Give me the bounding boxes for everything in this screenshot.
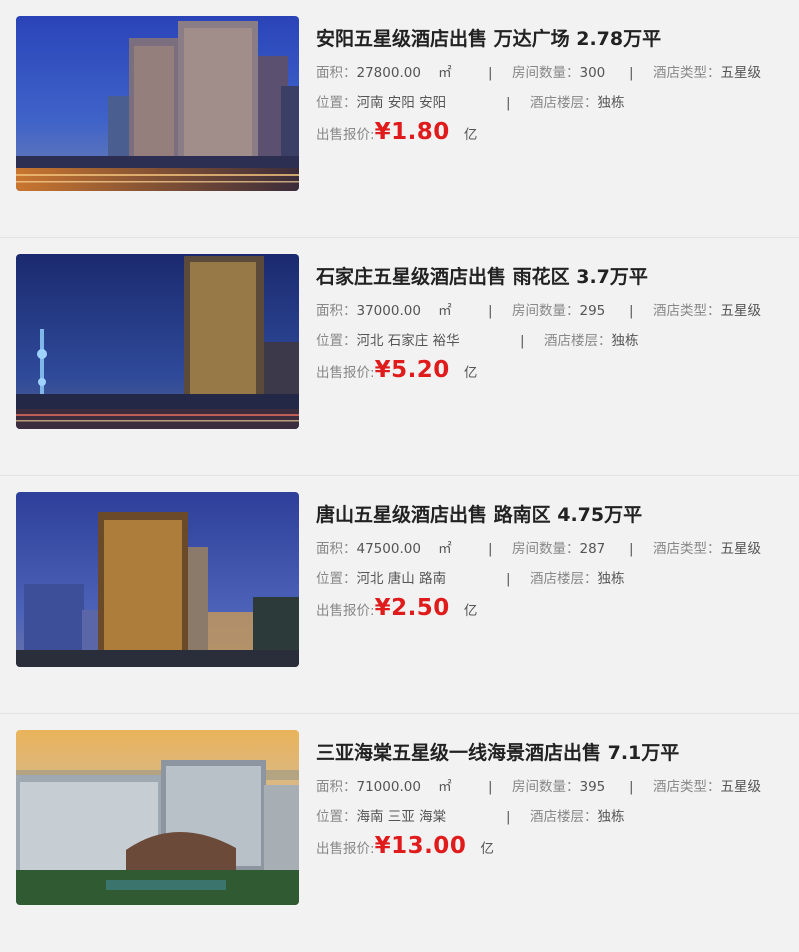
hotel-photo[interactable] bbox=[16, 254, 299, 429]
spec-row-1: 面积：71000.00 ㎡ | 房间数量：395 | 酒店类型：五星级 bbox=[316, 777, 791, 797]
hotel-photo[interactable] bbox=[16, 730, 299, 905]
list-item: 唐山五星级酒店出售 路南区 4.75万平 面积：47500.00 ㎡ | 房间数量：… bbox=[0, 476, 799, 714]
price-unit: 亿 bbox=[463, 127, 478, 143]
rooms-label: 房间数量： bbox=[512, 779, 580, 795]
spec-row-2: 位置：河北 石家庄 裕华 | 酒店楼层：独栋 bbox=[316, 331, 791, 351]
listing-info: 唐山五星级酒店出售 路南区 4.75万平 面积：47500.00 ㎡ | 房间数量：… bbox=[316, 502, 791, 629]
separator: | bbox=[629, 779, 634, 795]
spec-row-2: 位置：海南 三亚 海棠 | 酒店楼层：独栋 bbox=[316, 807, 791, 827]
type-value: 五星级 bbox=[720, 779, 762, 795]
area-value: 47500.00 bbox=[356, 541, 421, 557]
location-label: 位置： bbox=[316, 95, 357, 111]
location-value: 河南 安阳 安阳 bbox=[356, 95, 447, 111]
area-label: 面积： bbox=[316, 65, 357, 81]
price-label: 出售报价: bbox=[316, 365, 375, 381]
type-label: 酒店类型： bbox=[653, 303, 721, 319]
area-value: 27800.00 bbox=[356, 65, 421, 81]
type-label: 酒店类型： bbox=[653, 541, 721, 557]
separator: | bbox=[506, 571, 511, 587]
floors-value: 独栋 bbox=[611, 333, 639, 349]
price-value: ¥5.20 bbox=[374, 357, 450, 383]
location-label: 位置： bbox=[316, 333, 357, 349]
listing-info: 石家庄五星级酒店出售 雨花区 3.7万平 面积：37000.00 ㎡ | 房间数量：… bbox=[316, 264, 791, 391]
price-label: 出售报价: bbox=[316, 841, 375, 857]
location-value: 海南 三亚 海棠 bbox=[356, 809, 447, 825]
price-row: 出售报价:¥5.20 亿 bbox=[316, 357, 791, 391]
rooms-label: 房间数量： bbox=[512, 541, 580, 557]
hotel-photo[interactable] bbox=[16, 16, 299, 191]
rooms-value: 295 bbox=[579, 303, 606, 319]
listing-info: 安阳五星级酒店出售 万达广场 2.78万平 面积：27800.00 ㎡ | 房间数量… bbox=[316, 26, 791, 153]
rooms-value: 395 bbox=[579, 779, 606, 795]
separator: | bbox=[506, 809, 511, 825]
separator: | bbox=[506, 95, 511, 111]
price-value: ¥2.50 bbox=[374, 595, 450, 621]
type-value: 五星级 bbox=[720, 65, 762, 81]
listing-title[interactable]: 石家庄五星级酒店出售 雨花区 3.7万平 bbox=[316, 264, 791, 290]
price-label: 出售报价: bbox=[316, 603, 375, 619]
rooms-value: 300 bbox=[579, 65, 606, 81]
listing-title[interactable]: 三亚海棠五星级一线海景酒店出售 7.1万平 bbox=[316, 740, 791, 766]
floors-value: 独栋 bbox=[597, 809, 625, 825]
price-row: 出售报价:¥2.50 亿 bbox=[316, 595, 791, 629]
area-label: 面积： bbox=[316, 779, 357, 795]
separator: | bbox=[629, 303, 634, 319]
price-label: 出售报价: bbox=[316, 127, 375, 143]
type-value: 五星级 bbox=[720, 303, 762, 319]
price-unit: 亿 bbox=[480, 841, 494, 857]
area-value: 71000.00 bbox=[356, 779, 421, 795]
list-item: 石家庄五星级酒店出售 雨花区 3.7万平 面积：37000.00 ㎡ | 房间数量：… bbox=[0, 238, 799, 476]
area-label: 面积： bbox=[316, 303, 357, 319]
floors-label: 酒店楼层： bbox=[544, 333, 612, 349]
type-label: 酒店类型： bbox=[653, 65, 721, 81]
spec-row-2: 位置：河北 唐山 路南 | 酒店楼层：独栋 bbox=[316, 569, 791, 589]
listing-title[interactable]: 安阳五星级酒店出售 万达广场 2.78万平 bbox=[316, 26, 791, 52]
separator: | bbox=[520, 333, 525, 349]
floors-label: 酒店楼层： bbox=[530, 809, 598, 825]
spec-row-1: 面积：27800.00 ㎡ | 房间数量：300 | 酒店类型：五星级 bbox=[316, 63, 791, 83]
separator: | bbox=[488, 779, 493, 795]
spec-row-1: 面积：37000.00 ㎡ | 房间数量：295 | 酒店类型：五星级 bbox=[316, 301, 791, 321]
separator: | bbox=[488, 541, 493, 557]
spec-row-2: 位置：河南 安阳 安阳 | 酒店楼层：独栋 bbox=[316, 93, 791, 113]
price-row: 出售报价:¥13.00 亿 bbox=[316, 833, 791, 867]
rooms-label: 房间数量： bbox=[512, 65, 580, 81]
area-label: 面积： bbox=[316, 541, 357, 557]
separator: | bbox=[629, 541, 634, 557]
list-item: 安阳五星级酒店出售 万达广场 2.78万平 面积：27800.00 ㎡ | 房间数量… bbox=[0, 0, 799, 238]
hotel-photo[interactable] bbox=[16, 492, 299, 667]
rooms-label: 房间数量： bbox=[512, 303, 580, 319]
location-value: 河北 唐山 路南 bbox=[356, 571, 447, 587]
type-label: 酒店类型： bbox=[653, 779, 721, 795]
location-label: 位置： bbox=[316, 571, 357, 587]
list-item: 三亚海棠五星级一线海景酒店出售 7.1万平 面积：71000.00 ㎡ | 房间数量… bbox=[0, 714, 799, 952]
price-value: ¥13.00 bbox=[374, 833, 467, 859]
location-label: 位置： bbox=[316, 809, 357, 825]
listing-info: 三亚海棠五星级一线海景酒店出售 7.1万平 面积：71000.00 ㎡ | 房间数量… bbox=[316, 740, 791, 867]
spec-row-1: 面积：47500.00 ㎡ | 房间数量：287 | 酒店类型：五星级 bbox=[316, 539, 791, 559]
price-unit: 亿 bbox=[463, 603, 478, 619]
floors-value: 独栋 bbox=[597, 95, 625, 111]
separator: | bbox=[488, 303, 493, 319]
separator: | bbox=[488, 65, 493, 81]
area-unit: ㎡ bbox=[438, 65, 452, 81]
area-unit: ㎡ bbox=[438, 541, 452, 557]
floors-label: 酒店楼层： bbox=[530, 95, 598, 111]
separator: | bbox=[629, 65, 634, 81]
area-unit: ㎡ bbox=[438, 303, 452, 319]
price-row: 出售报价:¥1.80 亿 bbox=[316, 119, 791, 153]
price-unit: 亿 bbox=[463, 365, 478, 381]
location-value: 河北 石家庄 裕华 bbox=[356, 333, 460, 349]
floors-label: 酒店楼层： bbox=[530, 571, 598, 587]
rooms-value: 287 bbox=[579, 541, 606, 557]
area-value: 37000.00 bbox=[356, 303, 421, 319]
listing-list: 安阳五星级酒店出售 万达广场 2.78万平 面积：27800.00 ㎡ | 房间数量… bbox=[0, 0, 799, 952]
floors-value: 独栋 bbox=[597, 571, 625, 587]
type-value: 五星级 bbox=[720, 541, 762, 557]
price-value: ¥1.80 bbox=[374, 119, 450, 145]
listing-title[interactable]: 唐山五星级酒店出售 路南区 4.75万平 bbox=[316, 502, 791, 528]
area-unit: ㎡ bbox=[438, 779, 452, 795]
